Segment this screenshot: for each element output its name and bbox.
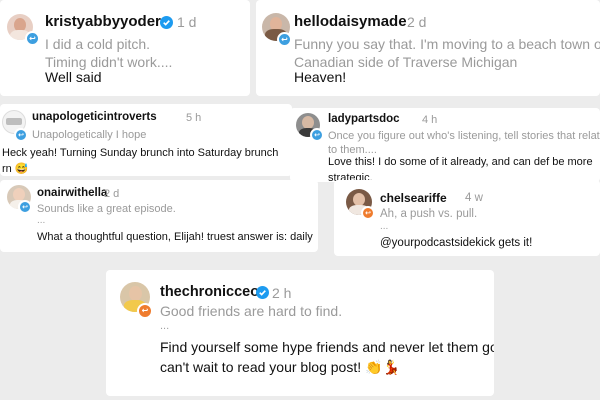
quote-line: Good friends are hard to find. <box>160 303 343 319</box>
reply-text: Love this! I do some of it already, and … <box>328 155 593 182</box>
timestamp: 4 w <box>465 192 483 204</box>
username[interactable]: chelseariffe <box>380 191 447 205</box>
username[interactable]: hellodaisymade <box>294 13 407 30</box>
reply-text: @yourpodcastsidekick gets it! <box>380 236 532 252</box>
reply-text: Well said <box>45 68 102 87</box>
quote-line: I did a cold pitch. <box>45 36 151 52</box>
quote-line: Once you figure out who's listening, tel… <box>328 130 600 142</box>
quoted-comment: Once you figure out who's listening, tel… <box>328 129 600 158</box>
verified-check-icon <box>256 286 269 299</box>
comment-card-thechronicceo: ↩ thechronicceo 2 h Good friends are har… <box>106 270 494 396</box>
reply-arrow-icon: ↩ <box>277 32 292 47</box>
quoted-comment: Good friends are hard to find. <box>160 302 342 320</box>
reply-arrow-icon: ↩ <box>137 303 153 319</box>
timestamp: 4 h <box>422 114 438 126</box>
reply-arrow-icon: ↩ <box>14 128 28 142</box>
ellipsis: ... <box>380 221 389 232</box>
reply-line: rn 😅 <box>2 162 29 175</box>
reply-line: Heck yeah! Turning Sunday brunch into Sa… <box>2 147 279 159</box>
comment-card-kristyabbyyoder: ↩ kristyabbyyoder 1 d I did a cold pitch… <box>0 0 250 96</box>
ellipsis: ... <box>160 320 170 332</box>
comment-card-ladypartsdoc: ↩ ladypartsdoc 4 h Once you figure out w… <box>290 108 600 182</box>
username[interactable]: ladypartsdoc <box>328 113 400 125</box>
comment-card-onairwithella: ↩ onairwithella 2 d Sounds like a great … <box>0 180 318 252</box>
timestamp: 1 d <box>177 14 197 30</box>
username[interactable]: unapologeticintroverts <box>32 111 157 123</box>
quoted-comment: I did a cold pitch. Timing didn't work..… <box>45 35 172 72</box>
reply-arrow-icon: ↩ <box>25 31 40 46</box>
reply-arrow-icon: ↩ <box>310 128 324 142</box>
reply-line: Love this! I do some of it already, and … <box>328 156 593 168</box>
timestamp: 2 h <box>272 285 292 301</box>
reply-line: @yourpodcastsidekick gets it! <box>380 237 533 249</box>
reply-line: What a thoughtful question, Elijah! true… <box>37 231 313 243</box>
quoted-comment: Ah, a push vs. pull. <box>380 207 477 222</box>
verified-check-icon <box>160 16 173 29</box>
reply-line: Heaven! <box>294 69 347 85</box>
comment-card-unapologeticintroverts: ↩ unapologeticintroverts 5 h Unapologeti… <box>0 104 292 176</box>
timestamp: 2 d <box>407 14 427 30</box>
reply-text: Heaven! <box>294 68 346 87</box>
quote-line: Sounds like a great episode. <box>37 203 176 215</box>
quoted-comment: Funny you say that. I'm moving to a beac… <box>294 35 600 72</box>
username[interactable]: onairwithella <box>37 187 107 199</box>
quoted-comment: Unapologetically I hope <box>32 128 146 143</box>
timestamp: 5 h <box>186 112 202 124</box>
quote-line: Funny you say that. I'm moving to a beac… <box>294 36 600 52</box>
username[interactable]: thechronicceo <box>160 284 259 300</box>
reply-arrow-icon: ↩ <box>18 200 32 214</box>
reply-line: can't wait to read your blog post! 👏💃 <box>160 359 400 376</box>
quoted-comment: Sounds like a great episode. <box>37 202 176 217</box>
comment-card-chelseariffe: ↩ chelseariffe 4 w Ah, a push vs. pull. … <box>334 180 600 256</box>
reply-arrow-icon: ↩ <box>361 206 375 220</box>
reply-text: Heck yeah! Turning Sunday brunch into Sa… <box>2 146 278 176</box>
reply-text: What a thoughtful question, Elijah! true… <box>37 230 313 245</box>
reply-line: Well said <box>45 69 102 85</box>
timestamp: 2 d <box>104 188 120 200</box>
reply-text: Find yourself some hype friends and neve… <box>160 337 494 378</box>
reply-line: Find yourself some hype friends and neve… <box>160 339 494 355</box>
comment-card-hellodaisymade: ↩ hellodaisymade 2 d Funny you say that.… <box>256 0 600 96</box>
quote-line: Unapologetically I hope <box>32 129 147 141</box>
username[interactable]: kristyabbyyoder <box>45 13 161 30</box>
quote-line: Ah, a push vs. pull. <box>380 208 478 220</box>
ellipsis: ... <box>37 215 46 226</box>
